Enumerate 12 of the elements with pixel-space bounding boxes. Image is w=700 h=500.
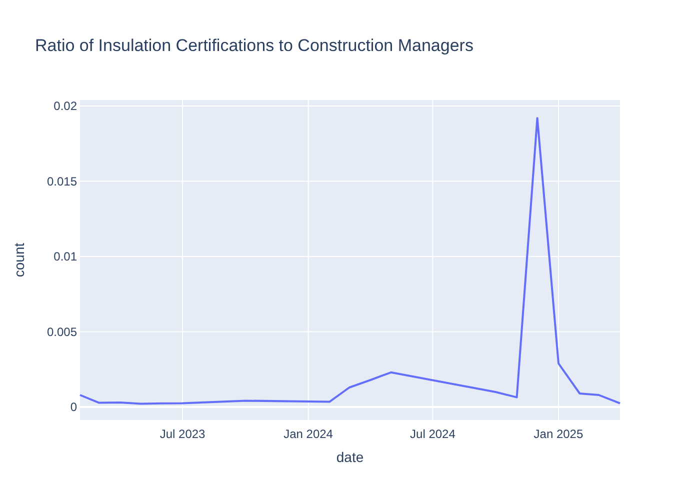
chart-title: Ratio of Insulation Certifications to Construction Managers (35, 36, 474, 55)
axis-tick-label: 0.005 (46, 324, 77, 339)
axis-title: date (336, 449, 364, 465)
axis-tick-label: Jan 2024 (284, 427, 333, 441)
axis-tick-label: Jul 2023 (160, 427, 206, 441)
axis-tick-label: 0.015 (46, 174, 77, 188)
axis-tick-label: Jan 2025 (534, 427, 584, 441)
axis-tick-label: Jul 2024 (410, 427, 456, 441)
axis-title: count (11, 242, 27, 278)
axis-tick-label: 0 (70, 400, 77, 414)
axis-tick-label: 0.02 (54, 99, 77, 114)
axis-tick-label: 0.01 (54, 250, 77, 264)
